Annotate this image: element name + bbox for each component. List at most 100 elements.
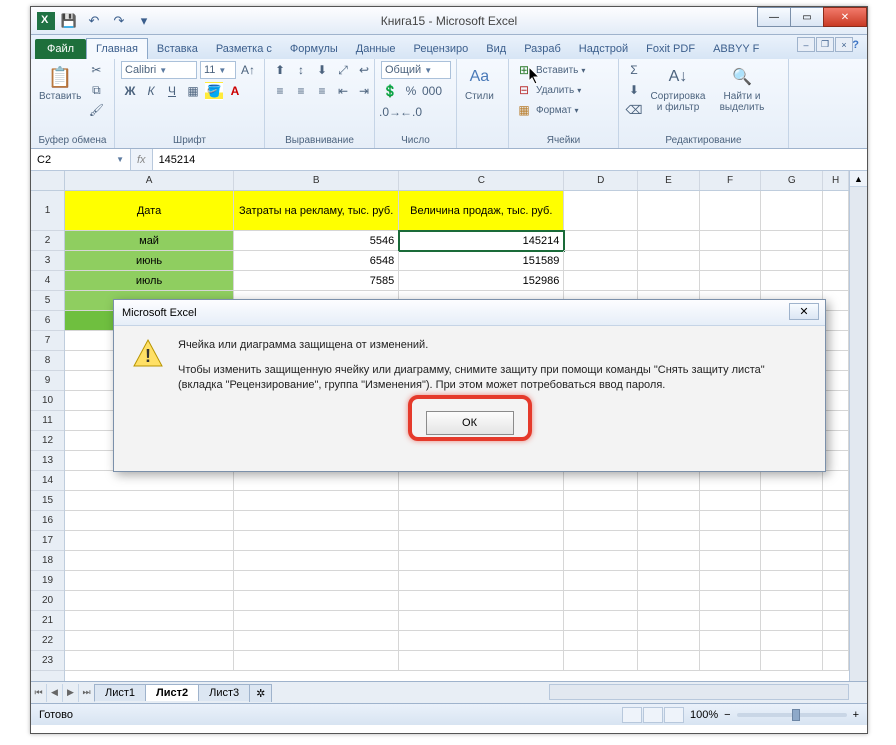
cell[interactable]: [564, 531, 638, 551]
tab-data[interactable]: Данные: [347, 39, 405, 59]
row-header[interactable]: 7: [31, 331, 64, 351]
row-header[interactable]: 19: [31, 571, 64, 591]
tab-home[interactable]: Главная: [86, 38, 148, 59]
cell[interactable]: [823, 391, 849, 411]
row-header[interactable]: 17: [31, 531, 64, 551]
cell[interactable]: [564, 591, 638, 611]
view-normal-icon[interactable]: [622, 707, 642, 723]
cut-icon[interactable]: ✂: [87, 61, 105, 79]
border-icon[interactable]: ▦: [184, 82, 202, 100]
fill-icon[interactable]: ⬇: [625, 81, 643, 99]
cell[interactable]: [638, 651, 700, 671]
bold-icon[interactable]: Ж: [121, 82, 139, 100]
cell[interactable]: [700, 551, 762, 571]
cell[interactable]: [65, 531, 234, 551]
align-top-icon[interactable]: ⬆: [271, 61, 289, 79]
cell[interactable]: [823, 271, 849, 291]
cell[interactable]: [700, 631, 762, 651]
cell[interactable]: [399, 511, 564, 531]
cell[interactable]: [638, 251, 700, 271]
cell[interactable]: [700, 231, 762, 251]
maximize-button[interactable]: ▭: [790, 7, 824, 27]
cell[interactable]: [700, 651, 762, 671]
row-header[interactable]: 5: [31, 291, 64, 311]
cell[interactable]: [234, 591, 399, 611]
increase-decimal-icon[interactable]: .0→: [381, 103, 399, 121]
workbook-minimize[interactable]: –: [797, 37, 815, 52]
wrap-text-icon[interactable]: ↩: [355, 61, 373, 79]
tab-view[interactable]: Вид: [477, 39, 515, 59]
cell[interactable]: [638, 571, 700, 591]
cell[interactable]: [761, 191, 823, 231]
zoom-out-icon[interactable]: −: [724, 709, 730, 721]
row-header[interactable]: 18: [31, 551, 64, 571]
cell[interactable]: [823, 231, 849, 251]
workbook-close[interactable]: ×: [835, 37, 853, 52]
cell[interactable]: [823, 611, 849, 631]
sheet-tab[interactable]: Лист3: [198, 684, 250, 701]
align-bottom-icon[interactable]: ⬇: [313, 61, 331, 79]
select-all-corner[interactable]: [31, 171, 64, 191]
number-format-combo[interactable]: Общий▼: [381, 61, 451, 79]
zoom-slider[interactable]: [737, 713, 847, 717]
cell[interactable]: [700, 511, 762, 531]
cell[interactable]: [65, 511, 234, 531]
sheet-nav-prev[interactable]: ◀: [47, 684, 63, 702]
cell[interactable]: [399, 651, 564, 671]
cell[interactable]: [823, 551, 849, 571]
row-header[interactable]: 2: [31, 231, 64, 251]
cell[interactable]: [761, 471, 823, 491]
cell[interactable]: [823, 591, 849, 611]
cell[interactable]: [700, 571, 762, 591]
cell[interactable]: [564, 651, 638, 671]
cell[interactable]: [761, 251, 823, 271]
cell[interactable]: [564, 551, 638, 571]
qat-undo[interactable]: ↶: [83, 10, 105, 32]
cell[interactable]: 152986: [399, 271, 564, 291]
row-header[interactable]: 23: [31, 651, 64, 671]
cell[interactable]: [700, 611, 762, 631]
tab-developer[interactable]: Разраб: [515, 39, 570, 59]
cell[interactable]: [761, 511, 823, 531]
cell[interactable]: [823, 351, 849, 371]
italic-icon[interactable]: К: [142, 82, 160, 100]
cell[interactable]: [234, 551, 399, 571]
row-header[interactable]: 4: [31, 271, 64, 291]
underline-icon[interactable]: Ч: [163, 82, 181, 100]
clear-icon[interactable]: ⌫: [625, 101, 643, 119]
cell[interactable]: [823, 491, 849, 511]
copy-icon[interactable]: ⧉: [87, 81, 105, 99]
fx-icon[interactable]: fx: [137, 154, 146, 166]
tab-insert[interactable]: Вставка: [148, 39, 207, 59]
row-header[interactable]: 20: [31, 591, 64, 611]
col-header[interactable]: G: [761, 171, 823, 190]
cell[interactable]: [638, 471, 700, 491]
cell[interactable]: Величина продаж, тыс. руб.: [399, 191, 564, 231]
cell[interactable]: [65, 611, 234, 631]
indent-decrease-icon[interactable]: ⇤: [334, 82, 352, 100]
cell[interactable]: [823, 371, 849, 391]
row-header[interactable]: 3: [31, 251, 64, 271]
find-select-button[interactable]: 🔍 Найти и выделить: [713, 61, 771, 115]
formula-input[interactable]: 145214: [152, 149, 867, 170]
row-header[interactable]: 12: [31, 431, 64, 451]
cell[interactable]: [823, 631, 849, 651]
cell[interactable]: [700, 591, 762, 611]
cell[interactable]: [564, 571, 638, 591]
align-left-icon[interactable]: ≡: [271, 82, 289, 100]
cell[interactable]: [564, 491, 638, 511]
col-header[interactable]: A: [65, 171, 234, 190]
tab-foxit[interactable]: Foxit PDF: [637, 39, 704, 59]
cell[interactable]: [65, 491, 234, 511]
row-header[interactable]: 14: [31, 471, 64, 491]
dialog-close-button[interactable]: ✕: [789, 303, 819, 320]
name-box[interactable]: C2▼: [31, 149, 131, 170]
cell[interactable]: [823, 571, 849, 591]
qat-customize[interactable]: ▾: [133, 10, 155, 32]
workbook-restore[interactable]: ❐: [816, 37, 834, 52]
vertical-scrollbar[interactable]: ▲: [849, 171, 867, 681]
cell[interactable]: [234, 651, 399, 671]
cell[interactable]: [399, 591, 564, 611]
cell[interactable]: [823, 331, 849, 351]
row-header[interactable]: 6: [31, 311, 64, 331]
